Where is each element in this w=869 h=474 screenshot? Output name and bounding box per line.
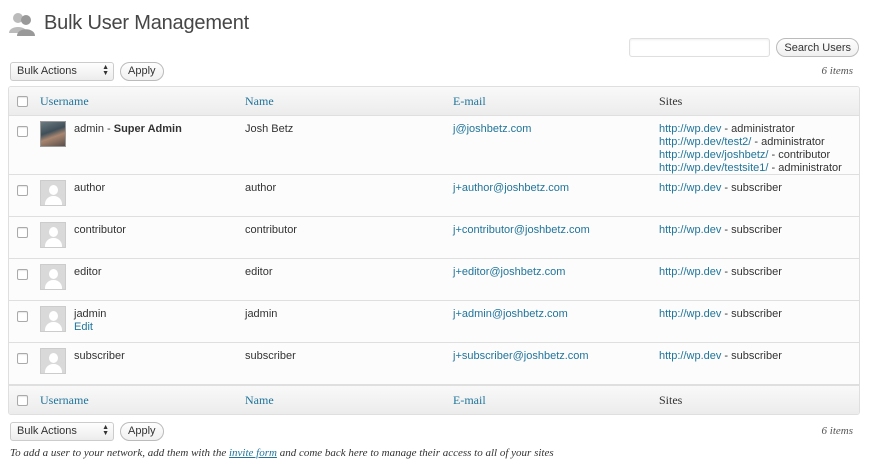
row-checkbox[interactable] — [17, 353, 28, 364]
invite-form-link[interactable]: invite form — [229, 447, 277, 459]
footer-column-sites: Sites — [659, 392, 683, 407]
search-users-button[interactable]: Search Users — [776, 38, 859, 57]
apply-button-bottom[interactable]: Apply — [120, 421, 164, 441]
user-name: author — [245, 182, 277, 194]
tablenav-top: Bulk Actions ▲ ▼ Apply 6 items — [10, 60, 861, 82]
table-row: author author j+author@joshbetz.com http… — [9, 175, 859, 217]
footnote-text-before: To add a user to your network, add them … — [10, 447, 229, 459]
site-role: subscriber — [731, 224, 782, 236]
username[interactable]: contributor — [74, 224, 126, 236]
bulk-actions-label: Bulk Actions — [17, 425, 77, 437]
footer-column-name[interactable]: Name — [245, 393, 453, 408]
avatar — [40, 348, 66, 374]
row-checkbox[interactable] — [17, 185, 28, 196]
user-email-link[interactable]: j+editor@joshbetz.com — [453, 266, 565, 278]
site-link[interactable]: http://wp.dev/joshbetz/ — [659, 149, 768, 161]
bulk-actions-label: Bulk Actions — [17, 65, 77, 77]
footer-column-email[interactable]: E-mail — [453, 393, 659, 408]
footer-column-username[interactable]: Username — [40, 393, 245, 408]
updown-arrows-icon: ▲ ▼ — [102, 424, 109, 437]
row-checkbox[interactable] — [17, 126, 28, 137]
table-row: admin - Super Admin Josh Betz j@joshbetz… — [9, 116, 859, 175]
column-sites: Sites — [659, 93, 683, 108]
site-role: subscriber — [731, 350, 782, 362]
site-role: administrator — [778, 162, 842, 174]
row-checkbox[interactable] — [17, 311, 28, 322]
site-role: subscriber — [731, 308, 782, 320]
users-table: Username Name E-mail Sites admin - Super… — [8, 86, 860, 415]
search-input[interactable] — [629, 38, 771, 57]
site-link[interactable]: http://wp.dev — [659, 182, 721, 194]
user-email-link[interactable]: j+subscriber@joshbetz.com — [453, 350, 589, 362]
user-email-link[interactable]: j@joshbetz.com — [453, 123, 531, 135]
avatar — [40, 121, 66, 147]
apply-button[interactable]: Apply — [120, 61, 164, 81]
column-name[interactable]: Name — [245, 94, 453, 109]
item-count-bottom: 6 items — [821, 425, 853, 437]
user-sites: http://wp.dev - subscriber — [659, 224, 782, 236]
user-name: editor — [245, 266, 273, 278]
bulk-actions-select[interactable]: Bulk Actions ▲ ▼ — [10, 61, 114, 81]
user-sites: http://wp.dev - administrator http://wp.… — [659, 123, 842, 174]
column-username[interactable]: Username — [40, 94, 245, 109]
select-all-checkbox-footer[interactable] — [17, 394, 28, 406]
site-role: administrator — [761, 136, 825, 148]
username[interactable]: editor — [74, 266, 102, 278]
users-icon — [9, 13, 35, 36]
column-email[interactable]: E-mail — [453, 94, 659, 109]
updown-arrows-icon: ▲ ▼ — [102, 64, 109, 77]
user-name: contributor — [245, 224, 297, 236]
footnote: To add a user to your network, add them … — [10, 447, 554, 459]
table-header: Username Name E-mail Sites — [9, 87, 859, 116]
bulk-actions-select-bottom[interactable]: Bulk Actions ▲ ▼ — [10, 421, 114, 441]
site-link[interactable]: http://wp.dev/testsite1/ — [659, 162, 768, 174]
username[interactable]: subscriber — [74, 350, 125, 362]
avatar — [40, 306, 66, 332]
site-link[interactable]: http://wp.dev/test2/ — [659, 136, 751, 148]
site-link[interactable]: http://wp.dev — [659, 123, 721, 135]
site-link[interactable]: http://wp.dev — [659, 224, 721, 236]
page-header: Bulk User Management — [8, 8, 249, 38]
site-role: subscriber — [731, 182, 782, 194]
search-box: Search Users — [629, 38, 859, 57]
table-row: jadmin Edit jadmin j+admin@joshbetz.com … — [9, 301, 859, 343]
table-row: contributor contributor j+contributor@jo… — [9, 217, 859, 259]
table-row: subscriber subscriber j+subscriber@joshb… — [9, 343, 859, 385]
tablenav-bottom: Bulk Actions ▲ ▼ Apply 6 items — [10, 420, 861, 442]
select-all-checkbox[interactable] — [17, 95, 28, 107]
table-footer: Username Name E-mail Sites — [9, 385, 859, 414]
role-separator: - — [103, 123, 114, 135]
edit-user-link[interactable]: Edit — [74, 321, 106, 334]
site-link[interactable]: http://wp.dev — [659, 350, 721, 362]
avatar — [40, 264, 66, 290]
super-admin-label: Super Admin — [113, 123, 182, 135]
user-sites: http://wp.dev - subscriber — [659, 182, 782, 194]
user-sites: http://wp.dev - subscriber — [659, 308, 782, 320]
row-checkbox[interactable] — [17, 227, 28, 238]
user-email-link[interactable]: j+admin@joshbetz.com — [453, 308, 568, 320]
table-row: editor editor j+editor@joshbetz.com http… — [9, 259, 859, 301]
user-name: subscriber — [245, 350, 296, 362]
site-role: subscriber — [731, 266, 782, 278]
site-role: administrator — [731, 123, 795, 135]
username[interactable]: jadmin — [74, 308, 106, 321]
username[interactable]: author — [74, 182, 105, 194]
site-link[interactable]: http://wp.dev — [659, 266, 721, 278]
avatar — [40, 222, 66, 248]
username[interactable]: admin — [74, 123, 104, 135]
user-email-link[interactable]: j+author@joshbetz.com — [453, 182, 569, 194]
user-name: jadmin — [245, 308, 278, 320]
user-sites: http://wp.dev - subscriber — [659, 350, 782, 362]
site-role: contributor — [778, 149, 831, 161]
item-count: 6 items — [821, 65, 853, 77]
user-sites: http://wp.dev - subscriber — [659, 266, 782, 278]
row-checkbox[interactable] — [17, 269, 28, 280]
page-title: Bulk User Management — [44, 11, 249, 34]
site-link[interactable]: http://wp.dev — [659, 308, 721, 320]
user-name: Josh Betz — [245, 123, 294, 135]
avatar — [40, 180, 66, 206]
user-email-link[interactable]: j+contributor@joshbetz.com — [453, 224, 590, 236]
footnote-text-after: and come back here to manage their acces… — [276, 447, 554, 459]
